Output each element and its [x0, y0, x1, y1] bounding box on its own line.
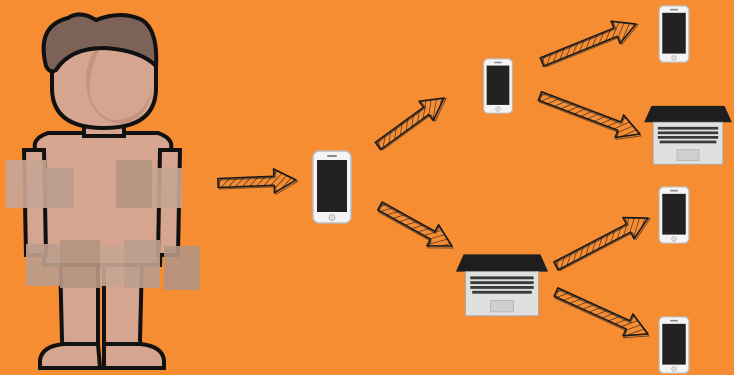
laptop-center-laptop-icon: [455, 253, 549, 317]
phone-far-lower-phone-icon: [658, 186, 690, 244]
censor-block: [116, 160, 152, 208]
censor-block: [164, 246, 200, 290]
censor-block: [100, 246, 124, 286]
censor-block: [26, 244, 60, 286]
censor-block: [124, 240, 160, 288]
phone-far-top-phone-icon: [658, 5, 690, 63]
scene-canvas: [0, 0, 734, 375]
censor-block: [6, 160, 46, 208]
phone-center-phone-icon: [312, 150, 352, 224]
phone-top-phone-icon: [482, 58, 514, 114]
laptop-far-upper-laptop-icon: [643, 105, 733, 165]
censor-block: [152, 168, 182, 208]
censor-block: [46, 168, 74, 208]
censor-block: [60, 240, 100, 288]
phone-far-bottom-phone-icon: [658, 316, 690, 374]
